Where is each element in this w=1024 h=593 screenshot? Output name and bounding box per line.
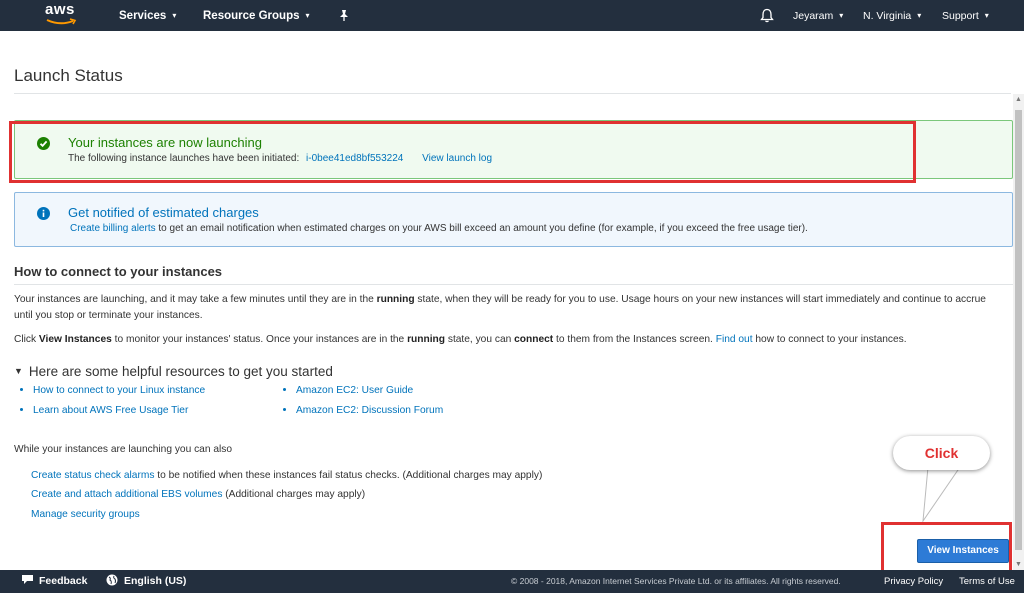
services-menu[interactable]: Services ▾ bbox=[119, 0, 176, 31]
region-menu[interactable]: N. Virginia ▾ bbox=[863, 0, 921, 31]
linux-connect-link[interactable]: How to connect to your Linux instance bbox=[33, 385, 205, 396]
support-menu[interactable]: Support ▾ bbox=[942, 0, 989, 31]
view-instances-paragraph: Click View Instances to monitor your ins… bbox=[14, 332, 1004, 348]
resource-list-item: How to connect to your Linux instance bbox=[20, 385, 205, 396]
caret-down-icon: ▼ bbox=[14, 366, 23, 376]
bullet-icon bbox=[283, 408, 286, 411]
para2-text-a: Click bbox=[14, 334, 37, 345]
find-out-link[interactable]: Find out bbox=[716, 334, 753, 345]
chevron-down-icon: ▾ bbox=[984, 11, 989, 20]
footer-bar: Feedback English (US) © 2008 - 2018, Ama… bbox=[0, 570, 1024, 593]
billing-alert-text: to get an email notification when estima… bbox=[158, 223, 808, 234]
ec2-discussion-forum-link[interactable]: Amazon EC2: Discussion Forum bbox=[296, 405, 443, 416]
resource-groups-menu[interactable]: Resource Groups ▾ bbox=[203, 0, 310, 31]
info-circle-icon bbox=[37, 207, 50, 220]
account-name: Jeyaram bbox=[793, 10, 834, 22]
section-divider bbox=[14, 284, 1013, 285]
manage-security-groups-link[interactable]: Manage security groups bbox=[31, 509, 140, 520]
title-divider bbox=[14, 93, 1011, 94]
aws-logo[interactable]: aws bbox=[45, 2, 79, 28]
chevron-down-icon: ▾ bbox=[917, 11, 922, 20]
also-list-item: Create status check alarms to be notifie… bbox=[31, 470, 542, 481]
para2-text-e: how to connect to your instances. bbox=[755, 334, 907, 345]
para2-text-b: to monitor your instances' status. Once … bbox=[114, 334, 405, 345]
free-usage-tier-link[interactable]: Learn about AWS Free Usage Tier bbox=[33, 405, 188, 416]
resource-groups-label: Resource Groups bbox=[203, 10, 300, 22]
launch-initiated-text: The following instance launches have bee… bbox=[68, 153, 300, 164]
speech-bubble-icon bbox=[22, 575, 33, 584]
para2-view-instances-bold: View Instances bbox=[38, 334, 112, 345]
bullet-icon bbox=[20, 388, 23, 391]
para2-text-d: to them from the Instances screen. bbox=[556, 334, 713, 345]
region-name: N. Virginia bbox=[863, 10, 912, 22]
callout-pointer-arrow bbox=[922, 467, 961, 523]
resources-heading: Here are some helpful resources to get y… bbox=[28, 364, 333, 379]
privacy-policy-link[interactable]: Privacy Policy bbox=[884, 570, 943, 593]
services-label: Services bbox=[119, 10, 167, 22]
ec2-user-guide-link[interactable]: Amazon EC2: User Guide bbox=[296, 385, 413, 396]
resource-list-item: Learn about AWS Free Usage Tier bbox=[20, 405, 188, 416]
check-circle-icon bbox=[37, 137, 50, 150]
also-list-item: Manage security groups bbox=[31, 509, 140, 520]
chevron-down-icon: ▾ bbox=[839, 11, 844, 20]
chevron-down-icon: ▾ bbox=[172, 11, 177, 20]
top-navigation-bar: aws Services ▾ Resource Groups ▾ Jeyaram ▾ … bbox=[0, 0, 1024, 31]
connect-section-heading: How to connect to your instances bbox=[14, 264, 223, 279]
resource-list-item: Amazon EC2: User Guide bbox=[283, 385, 413, 396]
page-scrollbar[interactable]: ▲ ▼ bbox=[1013, 94, 1024, 570]
terms-of-use-link[interactable]: Terms of Use bbox=[959, 570, 1015, 593]
ebs-note: (Additional charges may apply) bbox=[225, 489, 366, 500]
notification-bell-icon[interactable] bbox=[760, 8, 774, 23]
account-menu[interactable]: Jeyaram ▾ bbox=[793, 0, 843, 31]
success-alert-title: Your instances are now launching bbox=[68, 135, 262, 150]
view-launch-log-link[interactable]: View launch log bbox=[422, 153, 492, 164]
feedback-label: Feedback bbox=[39, 575, 88, 587]
pin-icon[interactable] bbox=[338, 9, 350, 22]
globe-icon bbox=[106, 574, 118, 586]
language-label: English (US) bbox=[124, 575, 187, 587]
also-section-heading: While your instances are launching you c… bbox=[14, 444, 233, 455]
aws-smile-icon bbox=[46, 18, 77, 25]
language-selector[interactable]: English (US) bbox=[106, 570, 186, 593]
para1-text-a: Your instances are launching, and it may… bbox=[14, 294, 374, 305]
click-callout: Click bbox=[893, 436, 990, 470]
resource-list-item: Amazon EC2: Discussion Forum bbox=[283, 405, 443, 416]
launch-status-paragraph: Your instances are launching, and it may… bbox=[14, 292, 1004, 324]
para2-running-bold: running bbox=[407, 334, 445, 345]
success-alert-body: The following instance launches have bee… bbox=[68, 153, 492, 164]
also-list-item: Create and attach additional EBS volumes… bbox=[31, 489, 365, 500]
support-label: Support bbox=[942, 10, 979, 22]
copyright-text: © 2008 - 2018, Amazon Internet Services … bbox=[511, 576, 841, 586]
bullet-icon bbox=[283, 388, 286, 391]
aws-logo-text: aws bbox=[45, 1, 75, 18]
scroll-thumb[interactable] bbox=[1015, 110, 1022, 550]
create-ebs-volumes-link[interactable]: Create and attach additional EBS volumes bbox=[31, 489, 222, 500]
feedback-button[interactable]: Feedback bbox=[21, 570, 87, 593]
create-billing-alerts-link[interactable]: Create billing alerts bbox=[70, 223, 156, 234]
info-alert-body: Create billing alerts to get an email no… bbox=[70, 223, 808, 234]
billing-info-alert: Get notified of estimated charges Create… bbox=[14, 192, 1013, 247]
bullet-icon bbox=[20, 408, 23, 411]
status-check-note: to be notified when these instances fail… bbox=[157, 470, 543, 481]
para1-running-bold: running bbox=[376, 294, 415, 305]
resources-toggle[interactable]: ▼ Here are some helpful resources to get … bbox=[14, 364, 333, 379]
launch-success-alert: Your instances are now launching The fol… bbox=[14, 120, 1013, 179]
para2-connect-bold: connect bbox=[514, 334, 554, 345]
scroll-up-arrow-icon[interactable]: ▲ bbox=[1013, 94, 1024, 105]
instance-id-link[interactable]: i-0bee41ed8bf553224 bbox=[306, 153, 403, 164]
info-alert-title: Get notified of estimated charges bbox=[68, 205, 259, 220]
create-status-check-alarms-link[interactable]: Create status check alarms bbox=[31, 470, 154, 481]
para2-text-c: state, you can bbox=[447, 334, 512, 345]
scroll-down-arrow-icon[interactable]: ▼ bbox=[1013, 559, 1024, 570]
view-instances-button[interactable]: View Instances bbox=[917, 539, 1009, 563]
page-title: Launch Status bbox=[14, 66, 123, 85]
chevron-down-icon: ▾ bbox=[305, 11, 310, 20]
